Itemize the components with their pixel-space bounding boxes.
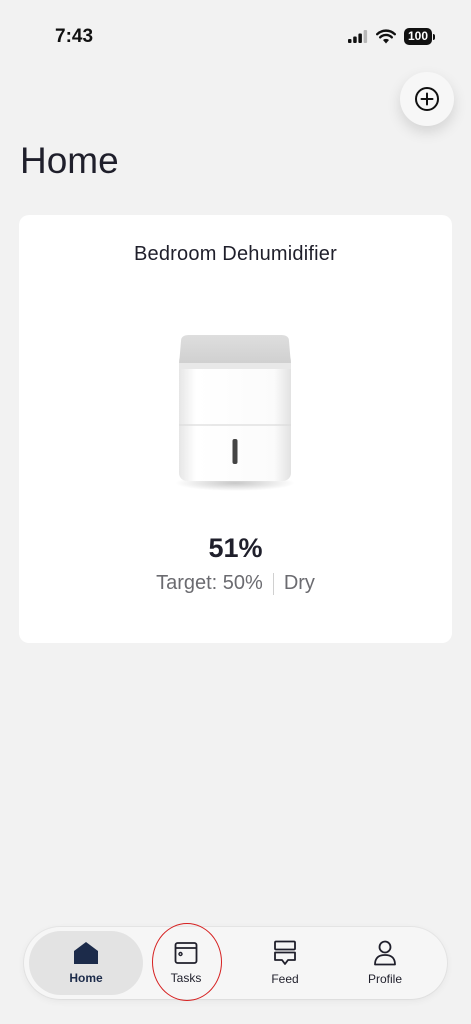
cellular-signal-icon (347, 30, 368, 43)
current-humidity: 51% (208, 533, 263, 563)
tab-home[interactable]: Home (29, 931, 143, 995)
battery-tip (433, 33, 435, 40)
tab-label: Home (69, 971, 103, 985)
tab-label: Feed (271, 972, 299, 986)
home-icon (74, 942, 98, 964)
plus-circle-icon (415, 87, 439, 111)
status-bar: 7:43 100 (0, 0, 471, 70)
wifi-icon (375, 29, 396, 44)
profile-icon (374, 940, 396, 966)
home-screen: 7:43 100 Home Bedroom Dehumidifier 51% T… (0, 0, 471, 1024)
battery-icon: 100 (403, 28, 435, 45)
device-status: Target: 50% Dry (19, 572, 452, 595)
feed-icon (274, 940, 296, 965)
add-device-button[interactable] (400, 72, 454, 126)
tab-label: Tasks (170, 971, 202, 985)
tab-feed[interactable]: Feed (228, 931, 342, 995)
meta-divider (272, 572, 274, 595)
dehumidifier-image (175, 335, 295, 491)
tab-bar: Home Tasks Feed Profile (24, 927, 447, 999)
device-name: Bedroom Dehumidifier (134, 243, 337, 265)
tab-profile[interactable]: Profile (328, 931, 442, 995)
page-title: Home (20, 140, 119, 181)
tab-label: Profile (367, 972, 402, 986)
tasks-icon (174, 942, 198, 964)
device-mode: Dry (283, 572, 315, 594)
status-time: 7:43 (55, 26, 94, 47)
tab-tasks[interactable]: Tasks (129, 931, 243, 995)
battery-level: 100 (403, 28, 432, 45)
device-card[interactable]: Bedroom Dehumidifier 51% Target: 50% Dry (19, 215, 452, 643)
target-humidity: Target: 50% (156, 572, 263, 594)
status-icons: 100 (347, 28, 435, 45)
